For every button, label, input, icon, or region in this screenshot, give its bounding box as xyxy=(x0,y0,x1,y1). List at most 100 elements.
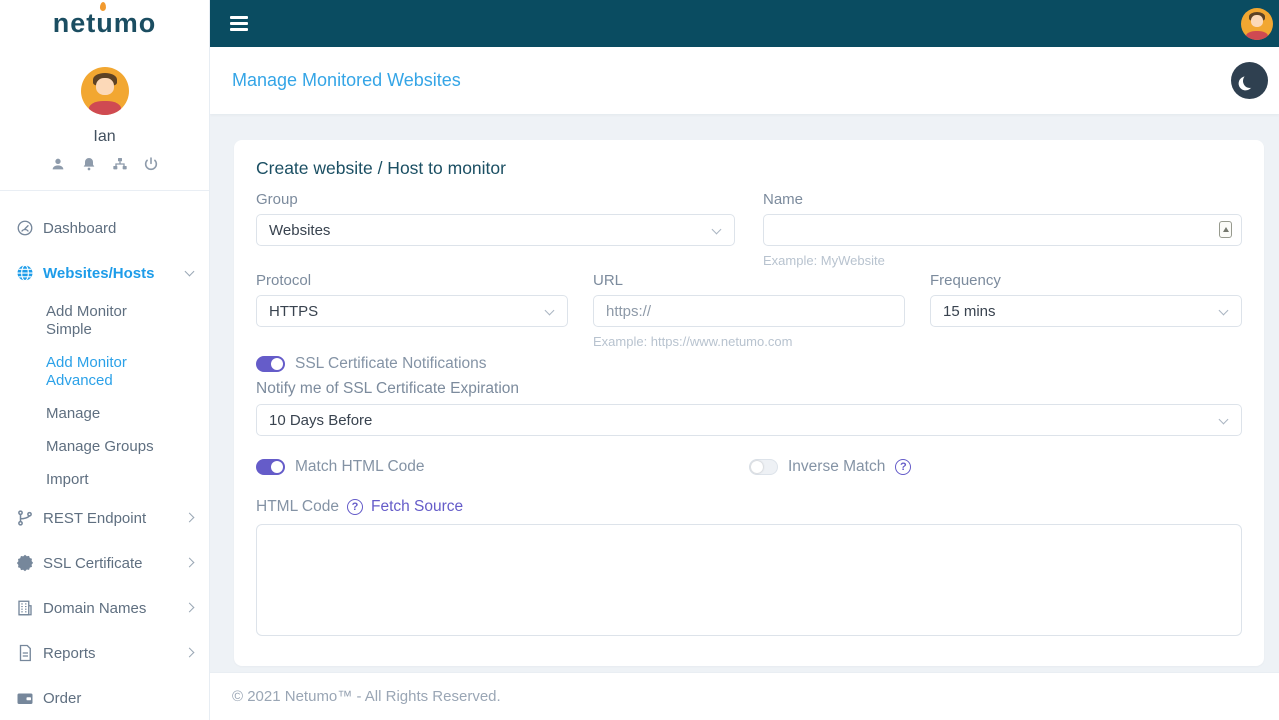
protocol-select-value: HTTPS xyxy=(269,302,319,320)
sidebar-item-rest-endpoint[interactable]: REST Endpoint xyxy=(16,509,209,527)
flame-icon: u xyxy=(96,8,114,38)
user-icon[interactable] xyxy=(50,156,66,172)
group-select[interactable]: Websites xyxy=(256,214,735,246)
sidebar-subitem-add-monitor-advanced[interactable]: Add Monitor Advanced xyxy=(46,354,176,390)
url-input[interactable] xyxy=(593,295,905,327)
group-label: Group xyxy=(256,191,298,208)
name-example: Example: MyWebsite xyxy=(763,253,885,268)
content-area: Create website / Host to monitor Group W… xyxy=(210,114,1279,672)
fetch-source-link[interactable]: Fetch Source xyxy=(371,498,463,516)
dashboard-icon xyxy=(17,220,33,236)
sidebar-item-order[interactable]: Order xyxy=(16,689,209,707)
ssl-notifications-toggle[interactable] xyxy=(256,356,285,372)
order-icon xyxy=(17,693,33,704)
ssl-certificate-icon xyxy=(16,554,34,572)
rest-endpoint-icon xyxy=(18,510,32,526)
brand-logo-text: netumo xyxy=(52,8,157,38)
main-area: Manage Monitored Websites Create website… xyxy=(210,0,1279,720)
name-input[interactable] xyxy=(763,214,1242,246)
dark-mode-button[interactable] xyxy=(1231,62,1268,99)
ssl-notifications-row: SSL Certificate Notifications xyxy=(256,355,1242,373)
sidebar-nav: Dashboard Websites/Hosts Add Monitor Sim… xyxy=(0,191,209,720)
sidebar-item-reports[interactable]: Reports xyxy=(16,644,209,662)
sidebar-item-label: Dashboard xyxy=(43,219,117,237)
sidebar-item-ssl-certificate[interactable]: SSL Certificate xyxy=(16,554,209,572)
sidebar-subitem-manage-groups[interactable]: Manage Groups xyxy=(46,438,176,456)
name-field: Name Example: MyWebsite xyxy=(763,191,1242,268)
websites-hosts-submenu: Add Monitor Simple Add Monitor Advanced … xyxy=(46,303,209,489)
chevron-down-icon xyxy=(711,224,722,235)
help-icon[interactable] xyxy=(895,459,912,475)
chevron-right-icon xyxy=(184,602,195,613)
notify-expiration-label: Notify me of SSL Certificate Expiration xyxy=(256,380,520,397)
card-title: Create website / Host to monitor xyxy=(256,158,506,178)
power-icon[interactable] xyxy=(143,156,159,172)
match-html-row: Match HTML Code xyxy=(256,458,749,476)
footer: © 2021 Netumo™ - All Rights Reserved. xyxy=(210,672,1279,720)
bell-icon[interactable] xyxy=(81,156,97,172)
sidebar-subitem-manage[interactable]: Manage xyxy=(46,405,176,423)
sidebar-item-label: Order xyxy=(43,689,82,707)
domain-names-icon xyxy=(18,600,32,616)
group-field: Group Websites xyxy=(256,191,735,268)
match-toggles-row: Match HTML Code Inverse Match xyxy=(256,458,1242,476)
copyright-text: © 2021 Netumo™ - All Rights Reserved. xyxy=(232,688,501,705)
brand-logo[interactable]: netumo xyxy=(0,0,209,47)
chevron-down-icon xyxy=(184,266,195,277)
chevron-down-icon xyxy=(1218,305,1229,316)
inverse-match-label: Inverse Match xyxy=(788,458,886,475)
sidebar-subitem-add-monitor-simple[interactable]: Add Monitor Simple xyxy=(46,303,176,339)
sitemap-icon[interactable] xyxy=(112,156,128,172)
url-example: Example: https://www.netumo.com xyxy=(593,334,793,349)
frequency-select-value: 15 mins xyxy=(943,302,996,320)
notify-expiration-select[interactable]: 10 Days Before xyxy=(256,404,1242,436)
topbar-avatar[interactable] xyxy=(1241,7,1273,40)
frequency-label: Frequency xyxy=(930,272,1001,289)
sidebar-item-label: SSL Certificate xyxy=(43,554,143,572)
user-name: Ian xyxy=(93,128,116,145)
sidebar-item-label: Domain Names xyxy=(43,599,147,617)
app-window: netumo Ian Dashboard Websites/Hosts Add … xyxy=(0,0,1279,720)
sidebar-item-dashboard[interactable]: Dashboard xyxy=(16,219,209,237)
sidebar-item-label: REST Endpoint xyxy=(43,509,147,527)
inverse-match-row: Inverse Match xyxy=(749,458,1242,476)
avatar[interactable] xyxy=(80,67,129,115)
chevron-right-icon xyxy=(184,647,195,658)
reports-icon xyxy=(19,644,31,662)
match-html-toggle[interactable] xyxy=(256,459,285,475)
sidebar-item-websites-hosts[interactable]: Websites/Hosts xyxy=(16,264,209,282)
hamburger-menu-icon[interactable] xyxy=(230,16,248,31)
sidebar-subitem-import[interactable]: Import xyxy=(46,471,176,489)
group-select-value: Websites xyxy=(269,221,331,239)
sidebar-item-label: Reports xyxy=(43,644,96,662)
frequency-select[interactable]: 15 mins xyxy=(930,295,1242,327)
profile-quick-actions xyxy=(0,156,209,191)
protocol-label: Protocol xyxy=(256,272,312,289)
help-icon[interactable] xyxy=(346,499,363,515)
protocol-field: Protocol HTTPS xyxy=(256,272,568,349)
sidebar-item-domain-names[interactable]: Domain Names xyxy=(16,599,209,617)
sidebar-item-label: Websites/Hosts xyxy=(43,264,155,282)
user-profile: Ian xyxy=(0,47,209,191)
page-title[interactable]: Manage Monitored Websites xyxy=(232,70,461,91)
moon-icon xyxy=(1242,73,1258,89)
frequency-field: Frequency 15 mins xyxy=(930,272,1242,349)
chevron-down-icon xyxy=(544,305,555,316)
create-website-card: Create website / Host to monitor Group W… xyxy=(234,140,1264,666)
chevron-right-icon xyxy=(184,557,195,568)
ssl-notifications-label: SSL Certificate Notifications xyxy=(295,355,487,372)
html-code-textarea[interactable] xyxy=(256,524,1242,636)
name-label: Name xyxy=(763,191,804,208)
protocol-select[interactable]: HTTPS xyxy=(256,295,568,327)
autofill-extension-icon[interactable] xyxy=(1219,221,1232,238)
chevron-right-icon xyxy=(184,512,195,523)
url-label: URL xyxy=(593,272,624,289)
html-code-label: HTML Code xyxy=(256,498,339,515)
notify-expiration-value: 10 Days Before xyxy=(269,411,373,429)
html-code-label-row: HTML Code Fetch Source xyxy=(256,498,1242,516)
url-field: URL Example: https://www.netumo.com xyxy=(593,272,905,349)
inverse-match-toggle[interactable] xyxy=(749,459,778,475)
topbar xyxy=(210,0,1279,47)
match-html-label: Match HTML Code xyxy=(295,458,425,475)
page-header: Manage Monitored Websites xyxy=(210,47,1279,114)
